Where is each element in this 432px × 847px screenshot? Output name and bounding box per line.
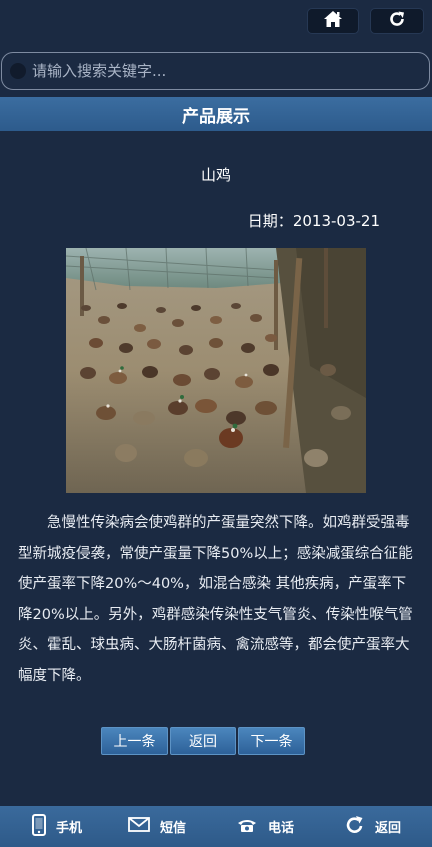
envelope-icon: [128, 817, 150, 836]
nav-mobile[interactable]: 手机: [32, 806, 82, 847]
nav-call-label: 电话: [268, 821, 295, 836]
section-title: 产品展示: [182, 106, 250, 127]
product-photo: [66, 248, 366, 493]
nav-mobile-label: 手机: [56, 821, 83, 836]
nav-back-label: 返回: [375, 821, 402, 836]
home-button[interactable]: [307, 8, 359, 34]
refresh-button[interactable]: [370, 8, 424, 34]
nav-sms-label: 短信: [160, 821, 187, 836]
product-title: 山鸡: [200, 166, 231, 184]
product-description: 急慢性传染病会使鸡群的产蛋量突然下降。如鸡群受强毒型新城疫侵袭，常使产蛋量下降5…: [18, 515, 413, 684]
next-item-button[interactable]: 下一条: [238, 727, 305, 755]
publish-date: 日期：2013-03-21: [0, 210, 380, 231]
nav-back[interactable]: 返回: [345, 806, 401, 847]
search-icon: [10, 63, 26, 79]
search-box: [1, 52, 430, 90]
nav-call[interactable]: 电话: [236, 806, 294, 847]
top-bar: [0, 0, 432, 44]
section-header: 产品展示: [0, 97, 432, 131]
nav-sms[interactable]: 短信: [128, 806, 186, 847]
bottom-nav: 手机 短信 电话 返回: [0, 806, 432, 847]
pager: 上一条 返回 下一条: [101, 727, 305, 755]
back-arrow-icon: [345, 815, 365, 839]
search-input[interactable]: [32, 59, 412, 83]
date-value: 2013-03-21: [292, 212, 380, 230]
previous-item-button[interactable]: 上一条: [101, 727, 168, 755]
home-icon: [323, 10, 343, 32]
mobile-phone-icon: [32, 813, 46, 840]
refresh-icon: [388, 10, 406, 32]
telephone-icon: [236, 817, 258, 837]
date-label: 日期：: [247, 212, 293, 230]
back-button[interactable]: 返回: [170, 727, 236, 755]
